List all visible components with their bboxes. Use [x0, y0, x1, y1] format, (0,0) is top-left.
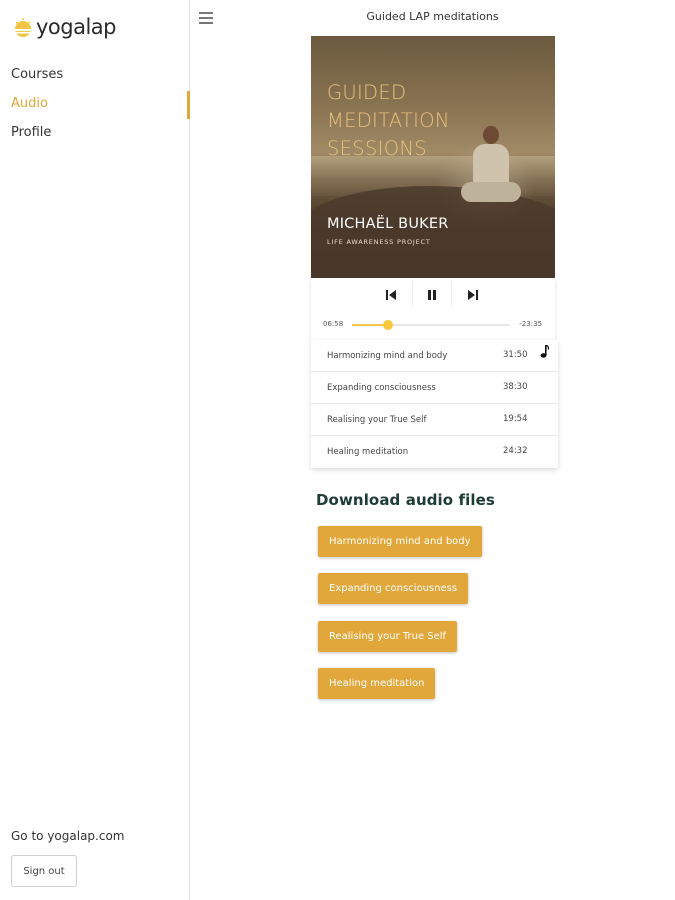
sidebar-item-profile[interactable]: Profile	[0, 122, 190, 151]
track-title: Expanding consciousness	[327, 383, 436, 393]
goto-yogalap-link[interactable]: Go to yogalap.com	[11, 829, 124, 843]
download-button-expanding[interactable]: Expanding consciousness	[318, 573, 469, 604]
sidebar-item-courses[interactable]: Courses	[0, 64, 190, 93]
page-title: Guided LAP meditations	[366, 10, 499, 23]
progress-slider[interactable]	[352, 320, 510, 330]
skip-previous-button[interactable]	[371, 282, 411, 308]
remaining-time: -23:35	[519, 320, 542, 328]
track-title: Harmonizing mind and body	[327, 351, 448, 361]
track-duration: 38:30	[503, 382, 528, 392]
cover-subtitle: LIFE AWARENESS PROJECT	[327, 238, 431, 246]
sidebar: yogalap Courses Audio Profile Go to yoga…	[0, 0, 190, 900]
download-button-healing[interactable]: Healing meditation	[318, 668, 436, 699]
pause-button[interactable]	[412, 282, 452, 308]
music-note-icon	[540, 345, 549, 358]
skip-next-button[interactable]	[453, 282, 493, 308]
sign-out-button[interactable]: Sign out	[11, 855, 77, 887]
track-item[interactable]: Expanding consciousness 38:30	[311, 372, 558, 404]
player-controls: 06:58 -23:35	[311, 278, 555, 340]
skip-previous-icon	[386, 290, 396, 300]
elapsed-time: 06:58	[323, 320, 344, 328]
cover-title: GUIDED MEDITATION SESSIONS	[327, 81, 450, 160]
download-heading: Download audio files	[316, 491, 495, 509]
track-title: Realising your True Self	[327, 415, 427, 425]
track-item[interactable]: Realising your True Self 19:54	[311, 404, 558, 436]
album-cover: GUIDED MEDITATION SESSIONS MICHAËL BUKER…	[311, 36, 555, 278]
track-duration: 19:54	[503, 414, 528, 424]
logo[interactable]: yogalap	[12, 12, 117, 42]
download-button-realising[interactable]: Realising your True Self	[318, 621, 458, 652]
track-duration: 24:32	[503, 446, 528, 456]
pause-icon	[428, 290, 436, 300]
track-list: Harmonizing mind and body 31:50 Expandin…	[311, 340, 558, 468]
sidebar-nav: Courses Audio Profile	[0, 64, 190, 151]
logo-text: yogalap	[36, 15, 117, 39]
download-button-harmonizing[interactable]: Harmonizing mind and body	[318, 526, 482, 557]
cover-author: MICHAËL BUKER	[327, 216, 449, 232]
sun-logo-icon	[14, 18, 32, 37]
meditating-person-image	[461, 126, 521, 226]
hamburger-menu-icon[interactable]	[199, 12, 213, 24]
progress-knob[interactable]	[383, 320, 394, 330]
track-title: Healing meditation	[327, 447, 409, 457]
track-item[interactable]: Harmonizing mind and body 31:50	[311, 340, 558, 372]
audio-player: GUIDED MEDITATION SESSIONS MICHAËL BUKER…	[311, 36, 555, 340]
sidebar-item-audio[interactable]: Audio	[0, 91, 190, 122]
skip-next-icon	[468, 290, 478, 300]
track-item[interactable]: Healing meditation 24:32	[311, 436, 558, 468]
track-duration: 31:50	[503, 350, 528, 360]
